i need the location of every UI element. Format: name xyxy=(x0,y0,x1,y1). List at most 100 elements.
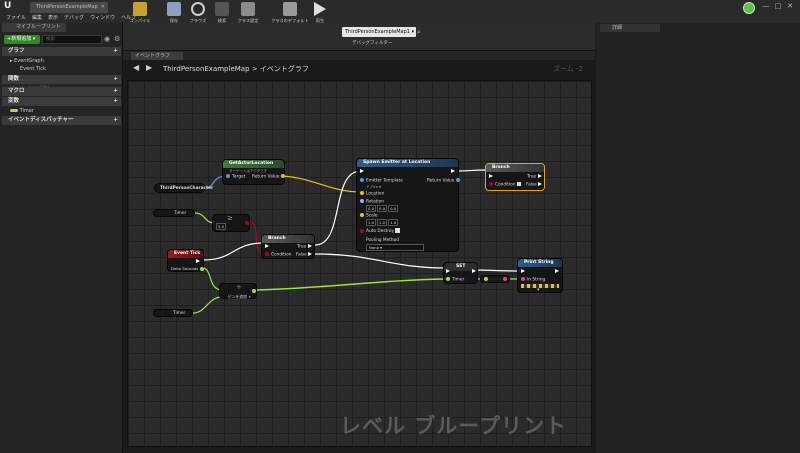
node-title: Timer xyxy=(174,211,187,216)
pin-timer[interactable]: Timer xyxy=(446,277,464,283)
node-header: Branch xyxy=(262,235,314,243)
pin-rotation[interactable]: Rotation xyxy=(360,199,384,205)
pin-label: In String xyxy=(527,277,546,283)
node-timer-get[interactable]: Timer xyxy=(153,209,195,217)
emitter-template-value[interactable]: P_Fire ▾ xyxy=(367,184,381,189)
exec-icon xyxy=(451,169,455,173)
exec-icon xyxy=(472,269,476,273)
pin-label: Scale xyxy=(366,213,378,219)
pin-location[interactable]: Location xyxy=(360,191,384,197)
pooling-method-select[interactable]: None ▾ xyxy=(366,244,424,251)
pin-label: Return Value xyxy=(427,178,455,184)
pin-return-value[interactable]: Return Value xyxy=(427,178,462,184)
node-timer-get-2[interactable]: Timer xyxy=(153,309,193,317)
pin-b[interactable]: 5.0 xyxy=(216,223,227,230)
rotation-x[interactable]: 0.0 xyxy=(366,205,377,212)
pin-dot xyxy=(360,213,364,217)
pin-return[interactable] xyxy=(252,289,258,295)
pin-auto-destroy[interactable]: Auto Destroy xyxy=(360,228,401,234)
pin-exec-in[interactable] xyxy=(521,269,527,275)
pin-return[interactable]: Return Value xyxy=(252,174,287,180)
scale-x[interactable]: 1.0 xyxy=(366,219,377,226)
add-pin-button[interactable]: ピンを追加 + xyxy=(228,294,251,300)
node-spawn-emitter[interactable]: Spawn Emitter at Location Emitter Templa… xyxy=(356,158,462,252)
node-header: Event Tick xyxy=(168,250,203,258)
node-branch-2[interactable]: Branch True Condition False xyxy=(485,163,545,191)
node-title: Timer xyxy=(173,311,186,316)
pin-exec-out[interactable] xyxy=(196,259,202,265)
rotation-values: 0.0 0.0 0.0 xyxy=(366,205,399,212)
node-print-string[interactable]: Print String In String ▾ xyxy=(517,258,563,293)
scale-z[interactable]: 1.0 xyxy=(388,219,399,226)
pin-label: Condition xyxy=(271,252,292,258)
pin-in[interactable] xyxy=(484,277,490,283)
node-third-person-character[interactable]: ThirdPersonCharacter xyxy=(154,183,213,193)
pin-exec-in[interactable] xyxy=(489,174,495,180)
exec-icon xyxy=(538,182,543,186)
pin-dot xyxy=(503,277,507,281)
exec-icon xyxy=(307,244,312,248)
condition-checkbox[interactable] xyxy=(516,182,521,186)
node-float-compare[interactable]: ≥ 5.0 xyxy=(212,214,250,232)
pin-label: False xyxy=(526,182,537,188)
pin-dot xyxy=(455,178,460,182)
pin-false[interactable]: False xyxy=(526,182,544,188)
node-add[interactable]: + ピンを追加 + xyxy=(219,283,257,299)
node-float-to-string[interactable] xyxy=(480,275,510,283)
auto-destroy-checkbox[interactable] xyxy=(395,228,401,233)
pin-label: Rotation xyxy=(366,199,384,205)
node-header: Branch xyxy=(486,164,544,172)
tab-details[interactable]: 詳細 xyxy=(600,24,660,32)
pin-exec-in[interactable] xyxy=(265,244,271,250)
pin-target[interactable]: Target xyxy=(226,174,245,180)
pin-value[interactable]: 5.0 xyxy=(216,223,227,230)
pin-dot xyxy=(484,277,488,281)
pin-dot xyxy=(226,174,230,178)
node-title: ThirdPersonCharacter xyxy=(160,186,214,191)
pin-exec-in[interactable] xyxy=(446,269,452,275)
pin-dot xyxy=(489,182,493,186)
pin-label: True xyxy=(297,244,307,250)
pin-condition[interactable]: Condition xyxy=(265,252,292,258)
pin-dot xyxy=(360,178,364,182)
pin-dot xyxy=(360,199,364,203)
pin-exec-out[interactable] xyxy=(555,269,561,275)
node-get-actor-location[interactable]: GetActorLocation ターゲットはアクタです Target Retu… xyxy=(222,159,285,185)
pin-dot xyxy=(265,252,269,256)
pin-exec-out[interactable] xyxy=(472,269,478,275)
node-branch-1[interactable]: Branch True Condition False xyxy=(261,234,315,259)
exec-icon xyxy=(521,269,525,273)
wire-exec-false xyxy=(314,253,447,269)
pin-true[interactable]: True xyxy=(527,174,544,180)
pin-exec-in[interactable] xyxy=(360,169,366,175)
exec-icon xyxy=(489,174,493,178)
pin-label: Target xyxy=(232,174,246,180)
pin-exec-out[interactable] xyxy=(451,169,457,175)
rotation-y[interactable]: 0.0 xyxy=(377,205,388,212)
pin-label: True xyxy=(527,174,537,180)
exec-icon xyxy=(196,259,200,263)
pin-return[interactable] xyxy=(245,221,251,227)
pin-scale[interactable]: Scale xyxy=(360,213,378,219)
wire-exec-branch2 xyxy=(455,169,488,172)
scale-y[interactable]: 1.0 xyxy=(377,219,388,226)
node-set-timer[interactable]: SET Timer xyxy=(443,262,478,284)
expand-arrow-icon[interactable]: ▾ xyxy=(537,287,540,293)
pin-delta-seconds[interactable]: Delta Seconds xyxy=(171,266,206,271)
pin-in-string[interactable]: In String xyxy=(521,277,545,283)
rotation-z[interactable]: 0.0 xyxy=(388,205,399,212)
pin-dot xyxy=(360,228,364,233)
wire-exec-true xyxy=(314,170,362,246)
exec-icon xyxy=(308,252,313,256)
node-event-tick[interactable]: Event Tick Delta Seconds xyxy=(167,249,204,272)
pin-label: Auto Destroy xyxy=(366,229,395,234)
pin-dot xyxy=(446,277,450,281)
pin-out[interactable] xyxy=(503,277,509,283)
pin-false[interactable]: False xyxy=(296,252,314,258)
scale-values: 1.0 1.0 1.0 xyxy=(366,219,399,226)
node-symbol: ≥ xyxy=(227,214,233,222)
pin-condition[interactable]: Condition xyxy=(489,182,521,188)
node-header: Spawn Emitter at Location xyxy=(357,159,458,167)
pin-true[interactable]: True xyxy=(297,244,314,250)
pin-emitter-template[interactable]: Emitter Template xyxy=(360,178,403,184)
